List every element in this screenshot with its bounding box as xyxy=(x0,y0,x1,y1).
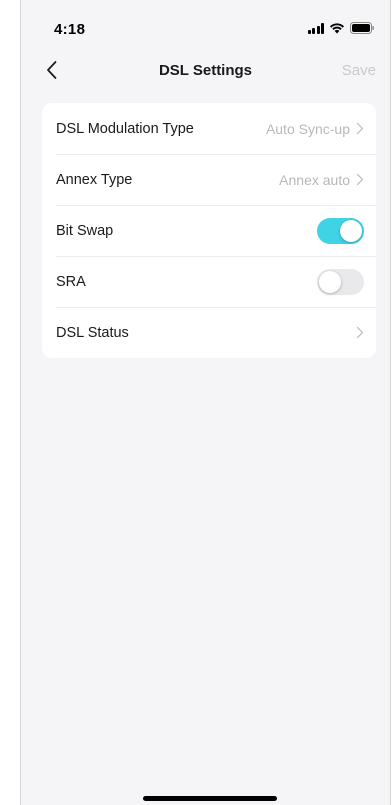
setting-bit-swap: Bit Swap xyxy=(42,205,376,256)
sra-toggle[interactable] xyxy=(317,268,364,295)
setting-annex-type[interactable]: Annex Type Annex auto xyxy=(42,154,376,205)
setting-dsl-modulation-type[interactable]: DSL Modulation Type Auto Sync-up xyxy=(42,103,376,154)
status-bar: 4:18 xyxy=(21,0,390,50)
save-button[interactable]: Save xyxy=(342,62,376,79)
setting-sra: SRA xyxy=(42,256,376,307)
setting-label: Annex Type xyxy=(56,171,133,188)
setting-value: Annex auto xyxy=(279,171,350,188)
wifi-icon xyxy=(329,22,345,34)
bit-swap-toggle[interactable] xyxy=(317,217,364,244)
setting-dsl-status[interactable]: DSL Status xyxy=(42,307,376,358)
status-icons xyxy=(307,22,375,34)
page-title: DSL Settings xyxy=(158,62,253,79)
setting-label: SRA xyxy=(56,273,86,290)
setting-label: DSL Status xyxy=(56,324,129,341)
status-time: 4:18 xyxy=(54,21,86,38)
toggle-knob xyxy=(319,270,341,293)
chevron-right-icon xyxy=(356,173,364,186)
setting-label: DSL Modulation Type xyxy=(56,120,194,137)
navigation-bar: DSL Settings Save xyxy=(21,52,390,92)
chevron-right-icon xyxy=(356,326,364,339)
phone-screen: 4:18 DSL Settings Save DSL Modulation Ty… xyxy=(20,0,391,805)
setting-value: Auto Sync-up xyxy=(265,120,350,137)
toggle-knob xyxy=(340,219,362,242)
battery-icon xyxy=(350,22,374,34)
signal-icon xyxy=(307,22,324,34)
home-indicator[interactable] xyxy=(143,796,277,801)
settings-list: DSL Modulation Type Auto Sync-up Annex T… xyxy=(42,103,376,358)
setting-label: Bit Swap xyxy=(56,222,114,239)
chevron-right-icon xyxy=(356,122,364,135)
